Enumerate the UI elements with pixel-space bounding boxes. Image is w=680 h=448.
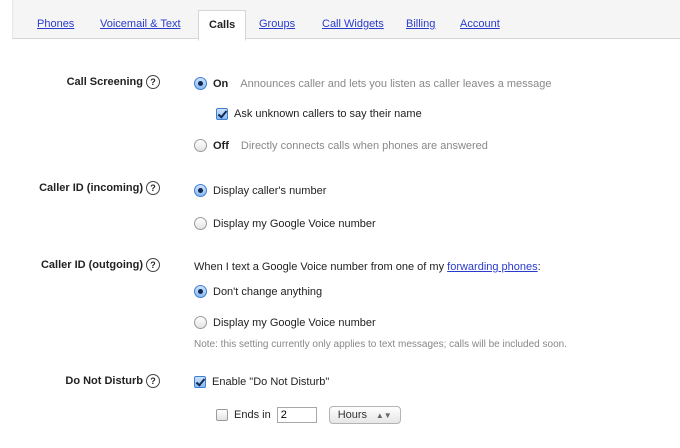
tab-phones[interactable]: Phones: [37, 18, 74, 30]
ask-name-label: Ask unknown callers to say their name: [234, 108, 422, 120]
dnd-enable-option[interactable]: Enable "Do Not Disturb": [194, 376, 329, 388]
caller-id-outgoing-option-label: Don't change anything: [213, 285, 323, 298]
call-screening-label-text: Call Screening: [66, 76, 143, 88]
dnd-unit-value: Hours: [337, 409, 368, 421]
call-screening-off-radio[interactable]: [194, 139, 207, 152]
caller-id-outgoing-radio-2[interactable]: [194, 316, 207, 329]
do-not-disturb-label-text: Do Not Disturb: [65, 375, 143, 387]
caller-id-incoming-label: Caller ID (incoming) ?: [39, 181, 160, 195]
caller-id-outgoing-note: Note: this setting currently only applie…: [194, 339, 567, 350]
caller-id-outgoing-radio-1[interactable]: [194, 285, 207, 298]
caller-id-incoming-radio-2[interactable]: [194, 217, 207, 230]
dnd-enable-label: Enable "Do Not Disturb": [212, 376, 330, 388]
caller-id-outgoing-label-text: Caller ID (outgoing): [40, 259, 143, 271]
tab-voicemail-text[interactable]: Voicemail & Text: [100, 18, 181, 30]
caller-id-incoming-label-text: Caller ID (incoming): [39, 182, 143, 194]
call-screening-on-radio[interactable]: [194, 77, 207, 90]
caller-id-incoming-option-1[interactable]: Display caller's number: [194, 184, 326, 197]
dnd-duration-input[interactable]: [276, 407, 317, 423]
dnd-ends-in-checkbox[interactable]: [216, 409, 228, 421]
caller-id-incoming-radio-1[interactable]: [194, 184, 207, 197]
tab-account[interactable]: Account: [460, 18, 500, 30]
call-screening-on-label: On: [213, 77, 229, 90]
caller-id-outgoing-intro: When I text a Google Voice number from o…: [194, 261, 541, 273]
settings-tab-bar: Phones Voicemail & Text Calls Groups Cal…: [12, 0, 680, 41]
caller-id-incoming-option-label: Display my Google Voice number: [213, 217, 376, 230]
call-screening-label: Call Screening ?: [67, 75, 160, 89]
forwarding-phones-link[interactable]: forwarding phones: [447, 261, 538, 273]
tab-groups[interactable]: Groups: [259, 18, 295, 30]
do-not-disturb-label: Do Not Disturb ?: [65, 374, 160, 388]
tab-call-widgets[interactable]: Call Widgets: [322, 18, 384, 30]
caller-id-outgoing-option-1[interactable]: Don't change anything: [194, 285, 322, 298]
tab-calls[interactable]: Calls: [198, 10, 247, 41]
help-icon[interactable]: ?: [146, 374, 160, 388]
help-icon[interactable]: ?: [146, 181, 160, 195]
tab-billing[interactable]: Billing: [406, 18, 435, 30]
call-screening-off-label: Off: [213, 139, 229, 152]
help-icon[interactable]: ?: [146, 258, 160, 272]
call-screening-off-option[interactable]: Off Directly connects calls when phones …: [194, 139, 488, 152]
caller-id-incoming-option-label: Display caller's number: [213, 184, 327, 197]
select-arrows-icon: ▲▼: [375, 410, 392, 420]
dnd-enable-checkbox[interactable]: [194, 376, 206, 388]
caller-id-outgoing-option-2[interactable]: Display my Google Voice number: [194, 316, 376, 329]
call-screening-on-option[interactable]: On Announces caller and lets you listen …: [194, 77, 552, 90]
dnd-ends-in-option: Ends in Hours ▲▼: [216, 406, 401, 424]
dnd-unit-select[interactable]: Hours ▲▼: [328, 406, 401, 424]
ask-name-option[interactable]: Ask unknown callers to say their name: [216, 108, 422, 120]
ask-name-checkbox[interactable]: [216, 108, 228, 120]
call-screening-on-desc: Announces caller and lets you listen as …: [240, 77, 552, 90]
caller-id-outgoing-option-label: Display my Google Voice number: [213, 316, 376, 329]
caller-id-outgoing-intro-suffix: :: [537, 261, 541, 273]
dnd-ends-in-label: Ends in: [234, 409, 271, 421]
caller-id-incoming-option-2[interactable]: Display my Google Voice number: [194, 217, 376, 230]
caller-id-outgoing-intro-text: When I text a Google Voice number from o…: [194, 261, 445, 273]
help-icon[interactable]: ?: [146, 75, 160, 89]
caller-id-outgoing-label: Caller ID (outgoing) ?: [41, 258, 160, 272]
call-screening-off-desc: Directly connects calls when phones are …: [240, 139, 488, 152]
